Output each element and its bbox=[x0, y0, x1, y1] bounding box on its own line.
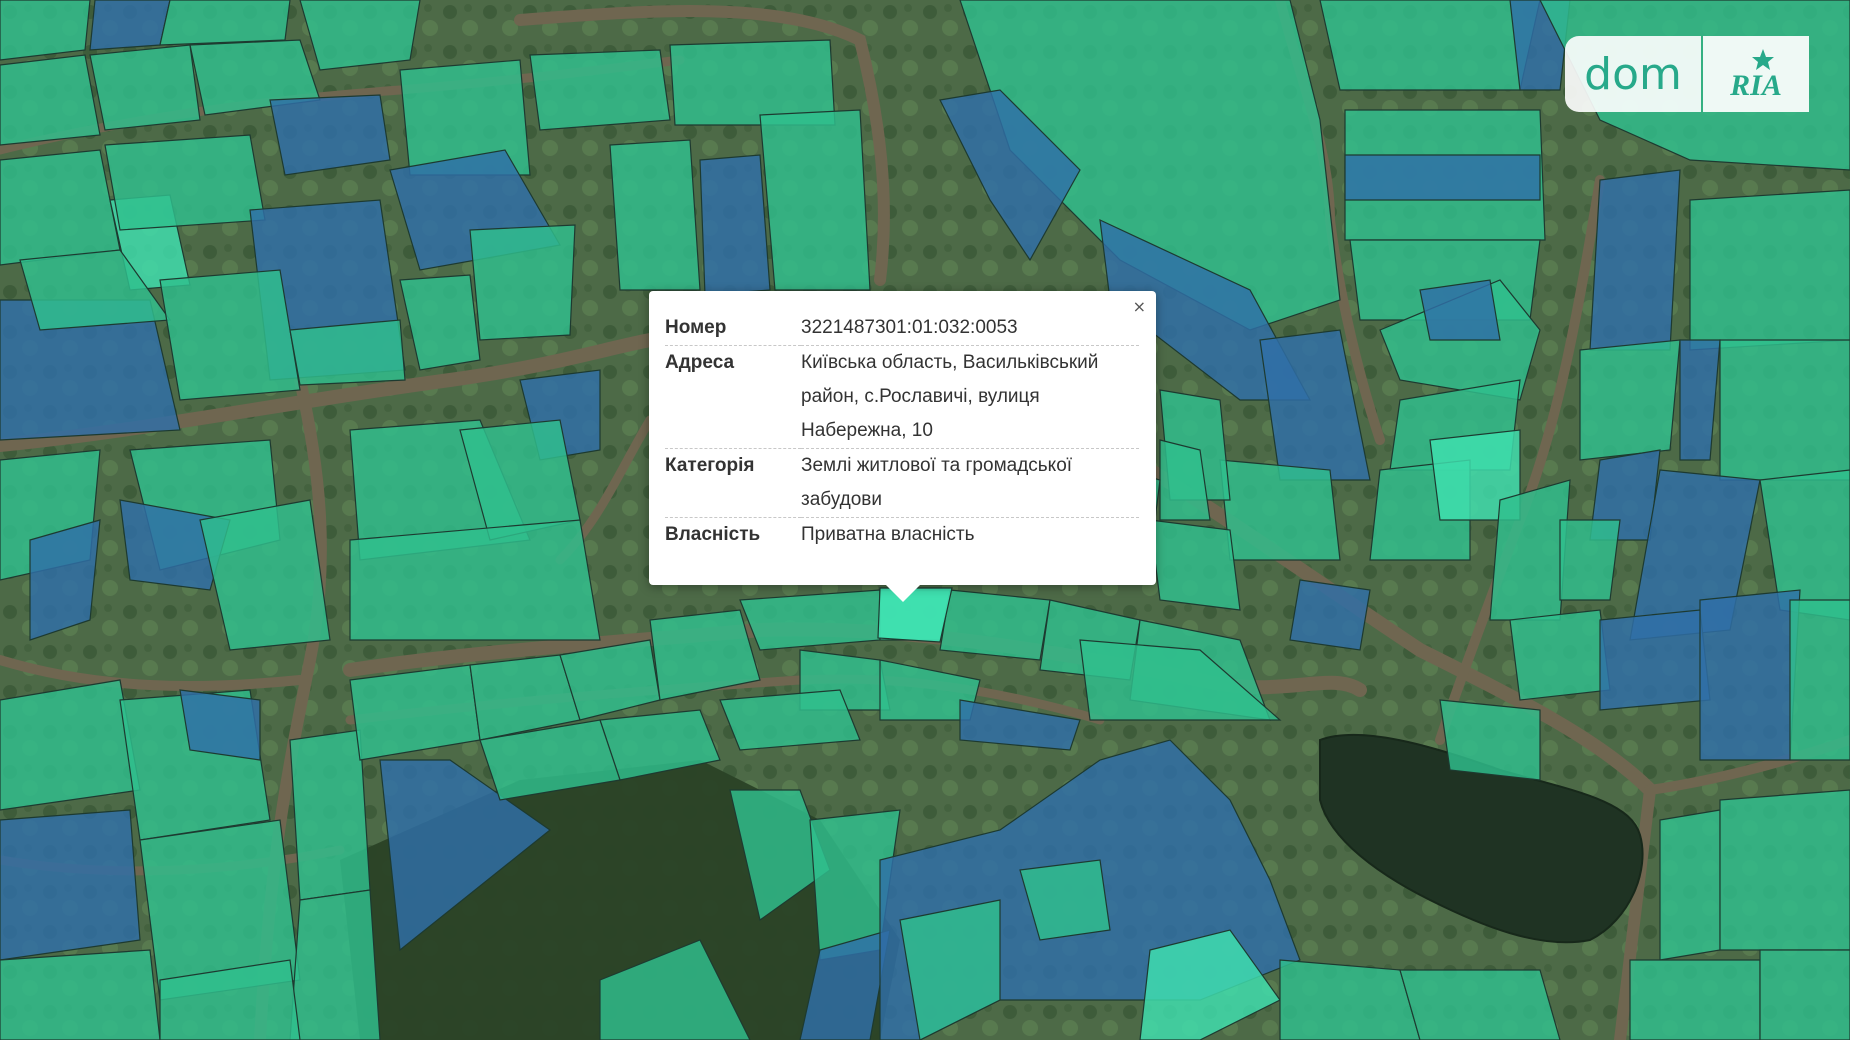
logo-ria-text: RIA bbox=[1729, 69, 1782, 101]
info-key: Категорія bbox=[665, 448, 801, 518]
info-row-category: Категорія Землі житлової та громадської … bbox=[665, 448, 1139, 518]
info-row-number: Номер 3221487301:01:032:0053 bbox=[665, 311, 1139, 346]
logo-ria-badge: RIA bbox=[1703, 36, 1809, 112]
logo-dom-text: dom bbox=[1565, 36, 1701, 112]
map-view[interactable]: dom RIA × Номер 3221487301:01:032:0053 А… bbox=[0, 0, 1850, 1040]
info-value: 3221487301:01:032:0053 bbox=[801, 317, 1018, 338]
info-value: Київська область, Васильківський район, … bbox=[801, 345, 1139, 449]
info-value: Землі житлової та громадської забудови bbox=[801, 448, 1139, 518]
info-value: Приватна власність bbox=[801, 517, 1139, 552]
info-row-address: Адреса Київська область, Васильківський … bbox=[665, 345, 1139, 449]
info-key: Номер bbox=[665, 317, 727, 338]
parcel-info-table: Номер 3221487301:01:032:0053 Адреса Київ… bbox=[665, 311, 1139, 552]
info-key: Адреса bbox=[665, 345, 801, 449]
info-key: Власність bbox=[665, 517, 801, 552]
popup-pointer bbox=[886, 585, 920, 602]
parcel-info-popup: × Номер 3221487301:01:032:0053 Адреса Ки… bbox=[649, 291, 1156, 602]
info-row-ownership: Власність Приватна власність bbox=[665, 517, 1139, 552]
ria-star-icon: RIA bbox=[1729, 49, 1782, 101]
domria-logo: dom RIA bbox=[1565, 36, 1809, 112]
